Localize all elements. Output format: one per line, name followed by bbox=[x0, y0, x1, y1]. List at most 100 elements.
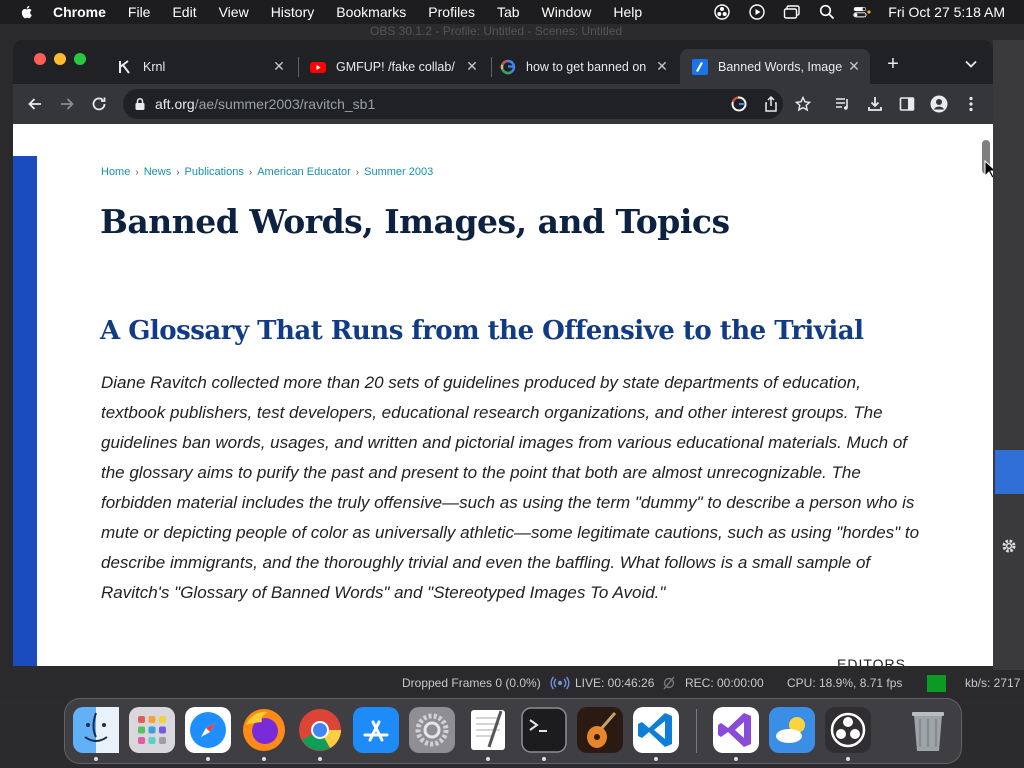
web-page: Home › News › Publications › American Educator… bbox=[13, 124, 993, 666]
screen-mirroring-icon[interactable] bbox=[783, 3, 801, 21]
safari-icon[interactable] bbox=[185, 707, 231, 753]
downloads-icon[interactable] bbox=[865, 94, 885, 114]
recording-icon bbox=[662, 675, 676, 694]
breadcrumb-summer-2003[interactable]: Summer 2003 bbox=[364, 166, 433, 178]
window-zoom-button[interactable] bbox=[74, 53, 86, 65]
menu-file[interactable]: File bbox=[128, 4, 151, 20]
cpu-status: CPU: 18.9%, 8.71 fps bbox=[787, 676, 903, 690]
tab-banned-words-active[interactable]: Banned Words, Image ✕ bbox=[680, 49, 870, 84]
running-indicator bbox=[262, 757, 266, 761]
obs-window-left-edge bbox=[0, 40, 13, 670]
new-tab-plus-icon[interactable]: + bbox=[883, 54, 903, 74]
browser-toolbar: aft.org/ae/summer2003/ravitch_sb1 bbox=[13, 84, 993, 124]
rec-time-status: REC: 00:00:00 bbox=[685, 676, 764, 690]
menu-app-name[interactable]: Chrome bbox=[53, 4, 106, 20]
url-path: /ae/summer2003/ravitch_sb1 bbox=[194, 96, 376, 112]
menu-bookmarks[interactable]: Bookmarks bbox=[336, 4, 406, 20]
textedit-icon[interactable] bbox=[465, 707, 511, 753]
menu-history[interactable]: History bbox=[271, 4, 315, 20]
launchpad-icon[interactable] bbox=[129, 707, 175, 753]
bitrate-status: kb/s: 2717 bbox=[965, 676, 1021, 690]
app-store-icon[interactable] bbox=[353, 707, 399, 753]
control-center-icon[interactable] bbox=[853, 3, 871, 21]
page-title: Banned Words, Images, and Topics bbox=[100, 202, 730, 241]
menu-bar-clock[interactable]: Fri Oct 27 5:18 AM bbox=[888, 4, 1005, 20]
play-circle-icon[interactable] bbox=[748, 3, 766, 21]
terminal-icon[interactable] bbox=[521, 707, 567, 753]
obs-status-bar: Dropped Frames 0 (0.0%) LIVE: 00:46:26 R… bbox=[0, 670, 1024, 698]
address-bar[interactable]: aft.org/ae/summer2003/ravitch_sb1 bbox=[123, 89, 783, 119]
youtube-favicon-icon bbox=[310, 61, 326, 73]
stream-health-indicator bbox=[927, 675, 946, 692]
tab-google-search[interactable]: how to get banned on ✕ bbox=[488, 49, 678, 84]
vscode-icon[interactable] bbox=[633, 707, 679, 753]
apple-icon[interactable] bbox=[19, 4, 35, 20]
aft-favicon-icon bbox=[692, 58, 708, 75]
breadcrumb-news[interactable]: News bbox=[144, 166, 172, 178]
dock-separator bbox=[696, 709, 697, 753]
google-lens-icon[interactable] bbox=[731, 96, 747, 112]
forward-arrow-icon[interactable] bbox=[57, 94, 77, 114]
tab-title: Krnl bbox=[143, 59, 166, 74]
garageband-icon[interactable] bbox=[577, 707, 623, 753]
window-close-button[interactable] bbox=[34, 53, 46, 65]
dock bbox=[64, 698, 962, 764]
side-panel-icon[interactable] bbox=[897, 94, 917, 114]
profile-avatar-icon[interactable] bbox=[929, 94, 949, 114]
finder-icon[interactable] bbox=[73, 707, 119, 753]
more-menu-icon[interactable] bbox=[961, 94, 981, 114]
breadcrumb-home[interactable]: Home bbox=[101, 166, 130, 178]
breadcrumb-separator-icon: › bbox=[355, 167, 360, 178]
obs-icon[interactable] bbox=[825, 707, 871, 753]
firefox-icon[interactable] bbox=[241, 707, 287, 753]
running-indicator bbox=[206, 757, 210, 761]
menu-window[interactable]: Window bbox=[542, 4, 592, 20]
tab-search-chevron-down-icon[interactable] bbox=[961, 54, 981, 74]
spotlight-search-icon[interactable] bbox=[818, 3, 836, 21]
bookmark-star-icon[interactable] bbox=[793, 94, 813, 114]
obs-window-right-panel bbox=[993, 40, 1024, 670]
live-time-status: LIVE: 00:46:26 bbox=[575, 676, 655, 690]
back-arrow-icon[interactable] bbox=[25, 94, 45, 114]
intro-paragraph: Diane Ravitch collected more than 20 set… bbox=[101, 373, 920, 602]
menu-help[interactable]: Help bbox=[613, 4, 642, 20]
system-settings-icon[interactable] bbox=[409, 707, 455, 753]
lock-icon[interactable] bbox=[133, 97, 147, 111]
tab-close-icon[interactable]: ✕ bbox=[846, 58, 862, 75]
menu-tab[interactable]: Tab bbox=[497, 4, 520, 20]
trash-icon[interactable] bbox=[905, 707, 951, 753]
weather-icon[interactable] bbox=[769, 707, 815, 753]
tab-youtube[interactable]: GMFUP! /fake collab/ ✕ bbox=[298, 49, 488, 84]
obs-settings-gear-icon[interactable] bbox=[1001, 538, 1017, 554]
running-indicator bbox=[94, 757, 98, 761]
obs-tray-icon[interactable] bbox=[713, 3, 731, 21]
reload-icon[interactable] bbox=[89, 94, 109, 114]
chrome-icon[interactable] bbox=[297, 707, 343, 753]
visual-studio-icon[interactable] bbox=[713, 707, 759, 753]
tab-close-icon[interactable]: ✕ bbox=[464, 58, 480, 75]
address-url[interactable]: aft.org/ae/summer2003/ravitch_sb1 bbox=[155, 96, 375, 112]
tab-close-icon[interactable]: ✕ bbox=[271, 58, 287, 75]
tab-close-icon[interactable]: ✕ bbox=[654, 58, 670, 75]
running-indicator bbox=[654, 757, 658, 761]
krnl-favicon-icon bbox=[119, 59, 130, 74]
url-host: aft.org bbox=[155, 96, 195, 112]
tab-title: how to get banned on bbox=[526, 59, 647, 74]
share-icon[interactable] bbox=[763, 96, 779, 112]
dropped-frames-status: Dropped Frames 0 (0.0%) bbox=[402, 676, 541, 690]
window-minimize-button[interactable] bbox=[54, 53, 66, 65]
media-playlist-icon[interactable] bbox=[833, 94, 853, 114]
breadcrumb-american-educator[interactable]: American Educator bbox=[257, 166, 351, 178]
running-indicator bbox=[734, 757, 738, 761]
menu-profiles[interactable]: Profiles bbox=[428, 4, 475, 20]
google-favicon-icon bbox=[500, 59, 516, 74]
breadcrumb: Home › News › Publications › American Educator… bbox=[101, 166, 433, 178]
mouse-cursor-icon bbox=[984, 160, 993, 179]
breadcrumb-publications[interactable]: Publications bbox=[185, 166, 244, 178]
menu-view[interactable]: View bbox=[219, 4, 249, 20]
tab-title: GMFUP! /fake collab/ bbox=[336, 59, 455, 74]
tab-krnl[interactable]: Krnl ✕ bbox=[105, 49, 295, 84]
page-scrollbar[interactable] bbox=[979, 124, 993, 666]
menu-edit[interactable]: Edit bbox=[172, 4, 196, 20]
editors-label: EDITORS bbox=[837, 656, 906, 666]
